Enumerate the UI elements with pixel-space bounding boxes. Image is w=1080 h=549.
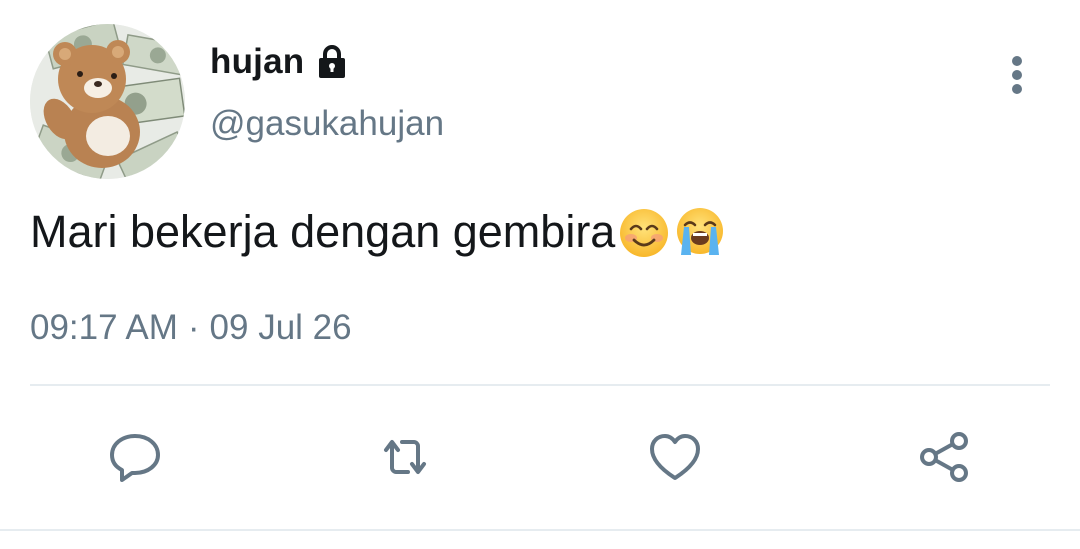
tweet-date: 09 Jul 26 [209,308,352,347]
loudly-crying-face-emoji [677,208,724,255]
avatar[interactable]: 100 [30,24,185,179]
like-button[interactable] [643,425,707,489]
share-icon [920,432,968,482]
reply-icon [110,434,160,482]
reply-button[interactable] [103,425,167,489]
tweet-time: 09:17 AM [30,308,178,347]
avatar-image: 100 [30,24,185,179]
tweet-text: Mari bekerja dengan gembira [30,200,1030,264]
tweet-timestamp[interactable]: 09:17 AM · 09 Jul 26 [30,308,352,348]
share-button[interactable] [913,425,977,489]
retweet-icon [384,440,426,474]
more-vertical-icon [1012,56,1022,94]
display-name-text: hujan [210,42,305,81]
divider [30,384,1050,386]
timestamp-separator: · [187,308,200,347]
smiling-face-emoji [620,209,669,257]
user-handle[interactable]: @gasukahujan [210,104,444,144]
bottom-divider [0,529,1080,531]
tweet-text-content: Mari bekerja dengan gembira [30,206,616,257]
heart-icon [650,434,700,480]
retweet-button[interactable] [373,425,437,489]
lock-icon [314,44,350,80]
display-name[interactable]: hujan [210,40,350,84]
more-options-button[interactable] [996,50,1038,100]
